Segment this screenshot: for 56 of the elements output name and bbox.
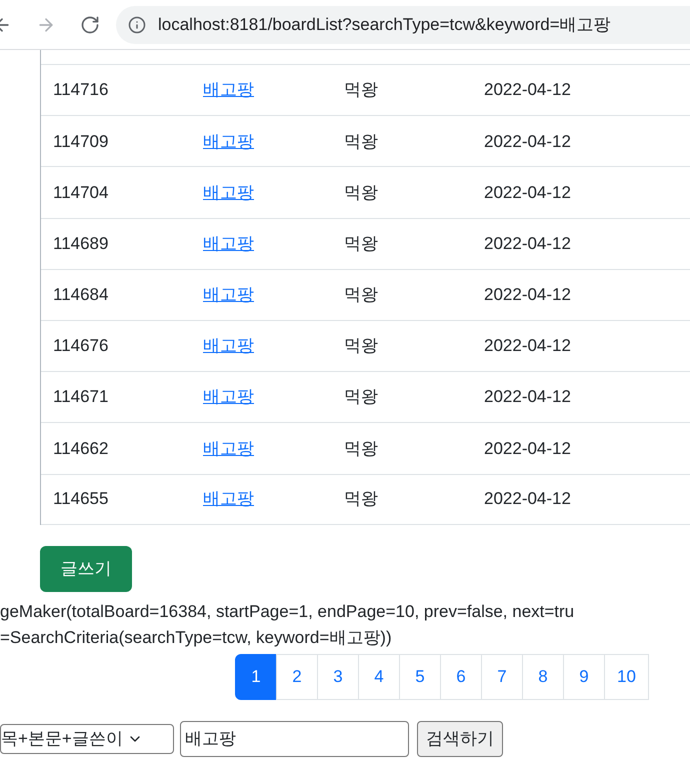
page-link[interactable]: 8 (522, 654, 564, 700)
page-link[interactable]: 9 (563, 654, 605, 700)
post-writer: 먹왕 (344, 79, 379, 102)
write-button[interactable]: 글쓰기 (40, 546, 132, 592)
post-title-link[interactable]: 배고팡 (203, 436, 344, 462)
post-number: 114704 (53, 182, 110, 204)
post-date: 2022-04-12 (484, 386, 571, 408)
post-writer: 먹왕 (344, 284, 379, 306)
post-title-link[interactable]: 배고팡 (203, 333, 344, 359)
info-icon[interactable] (128, 16, 146, 34)
page-link[interactable]: 1 (235, 654, 277, 700)
post-number: 114684 (53, 284, 110, 306)
post-date: 2022-04-12 (484, 182, 571, 204)
post-number: 114676 (53, 335, 110, 358)
page-link[interactable]: 2 (276, 654, 318, 700)
post-number: 114655 (53, 488, 110, 510)
post-title-link[interactable]: 배고팡 (203, 486, 344, 512)
post-date: 2022-04-12 (484, 232, 571, 255)
post-date: 2022-04-12 (484, 284, 571, 306)
reload-icon[interactable] (80, 14, 100, 34)
post-date: 2022-04-12 (484, 488, 571, 510)
debug-text: =SearchCriteria(searchType=tcw, keyword=배고팡)) (0, 626, 393, 649)
post-title-link[interactable]: 배고팡 (203, 282, 344, 308)
post-date: 2022-04-12 (484, 130, 571, 153)
post-number: 114689 (53, 232, 110, 255)
post-number: 114662 (53, 438, 110, 460)
debug-text: geMaker(totalBoard=16384, startPage=1, endPage=10, prev=false, next=tru (0, 600, 576, 623)
post-date: 2022-04-12 (484, 335, 571, 358)
post-writer: 먹왕 (344, 386, 379, 408)
post-writer: 먹왕 (344, 438, 379, 460)
search-type-select[interactable]: 목+본문+글쓴이 (0, 724, 174, 754)
post-title-link[interactable]: 배고팡 (203, 230, 344, 256)
post-writer: 먹왕 (344, 232, 379, 255)
page-link[interactable]: 7 (481, 654, 523, 700)
post-title-link[interactable]: 배고팡 (203, 384, 344, 410)
post-number: 114671 (53, 386, 110, 408)
keyword-input[interactable]: 배고팡 (180, 720, 409, 757)
post-writer: 먹왕 (344, 335, 379, 358)
post-title-link[interactable]: 배고팡 (203, 77, 344, 103)
page-link[interactable]: 3 (317, 654, 359, 700)
post-number: 114716 (53, 79, 110, 102)
search-button[interactable]: 검색하기 (417, 720, 503, 757)
address-bar[interactable]: localhost:8181/boardList?searchType=tcw&keyword=배고팡 (116, 6, 690, 44)
post-title-link[interactable]: 배고팡 (203, 180, 344, 206)
post-writer: 먹왕 (344, 130, 379, 153)
url-text: localhost:8181/boardList?searchType=tcw&keyword=배고팡 (158, 14, 611, 36)
post-writer: 먹왕 (344, 182, 379, 204)
post-title-link[interactable]: 배고팡 (203, 128, 344, 154)
page-link[interactable]: 10 (604, 654, 649, 700)
page-link[interactable]: 4 (358, 654, 400, 700)
post-writer: 먹왕 (344, 488, 379, 510)
post-date: 2022-04-12 (484, 79, 571, 102)
page-link[interactable]: 5 (399, 654, 441, 700)
post-date: 2022-04-12 (484, 438, 571, 460)
page-link[interactable]: 6 (440, 654, 482, 700)
post-number: 114709 (53, 130, 110, 153)
